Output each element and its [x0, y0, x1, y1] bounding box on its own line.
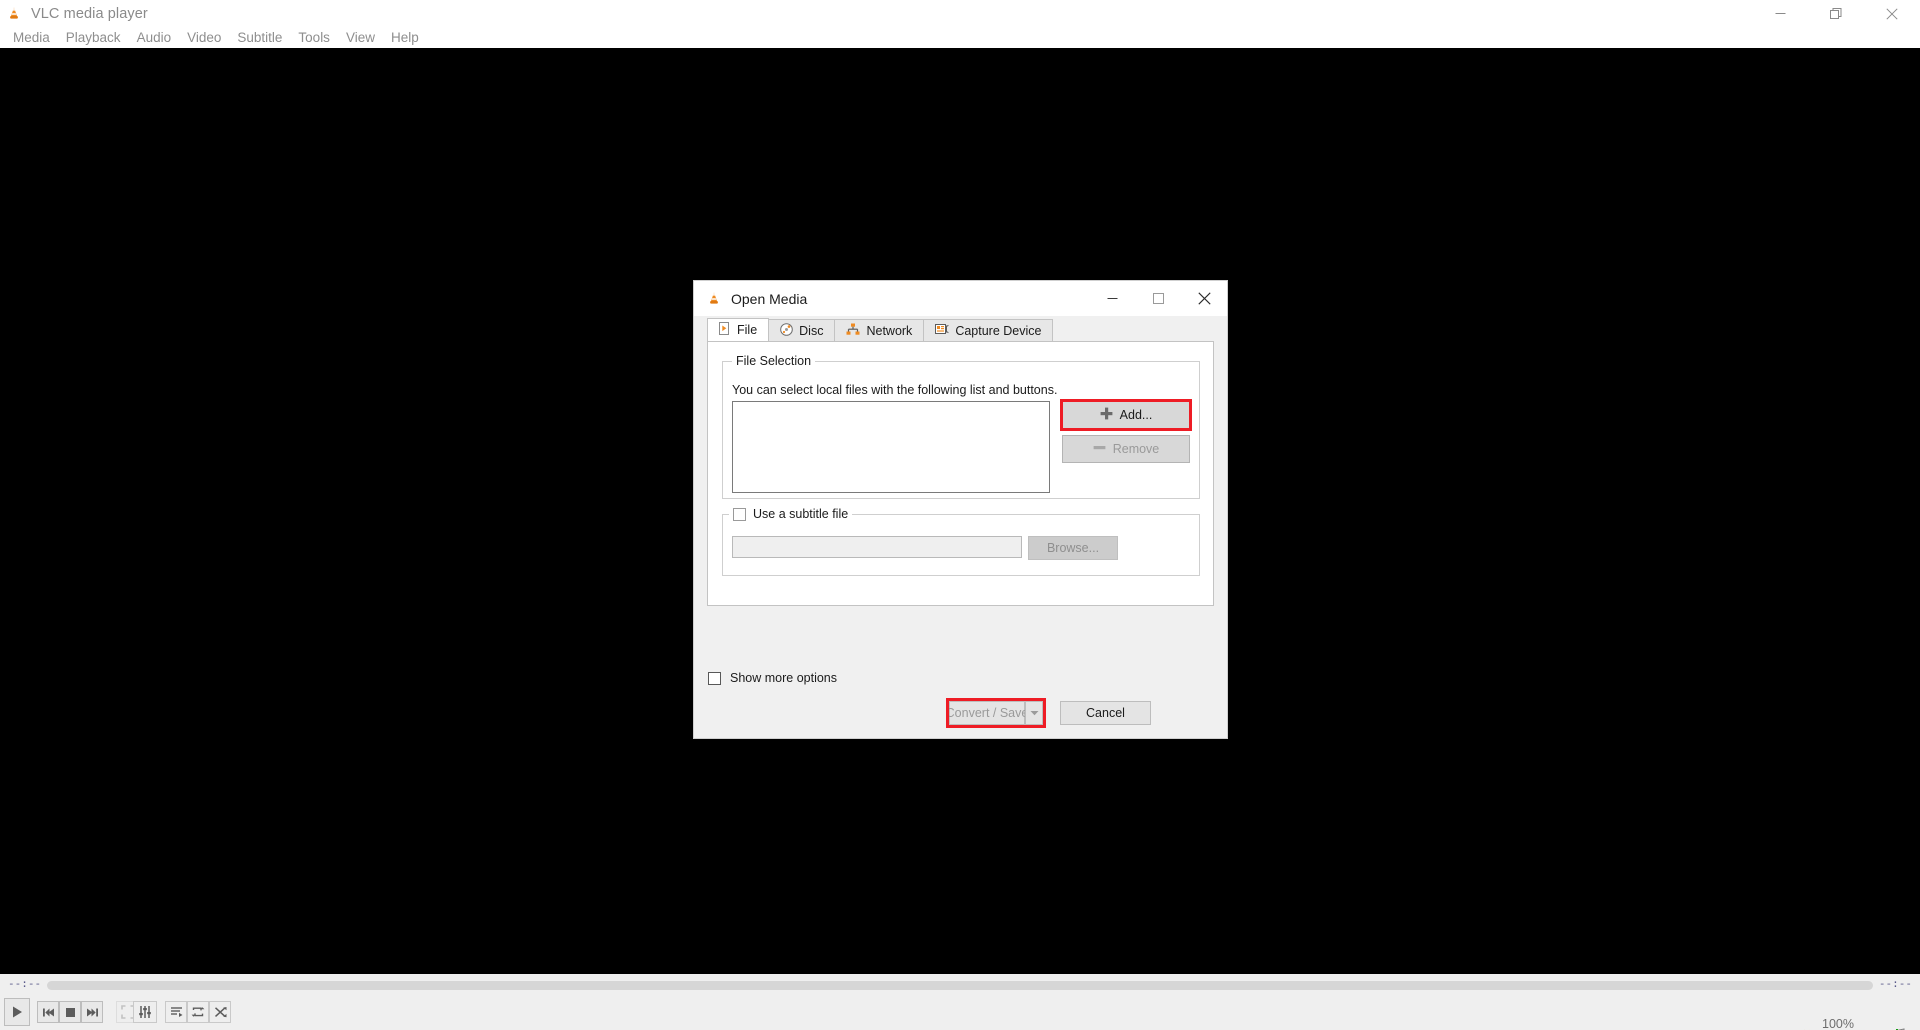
file-icon [719, 322, 731, 338]
vlc-application-window: VLC media player Media Playback Audio Vi… [0, 0, 1920, 1030]
tab-capture-device-label: Capture Device [955, 323, 1042, 338]
use-subtitle-file-checkbox[interactable] [733, 507, 746, 521]
remove-file-button[interactable]: Remove [1062, 435, 1190, 463]
close-button[interactable] [1864, 0, 1920, 27]
menu-item-playback[interactable]: Playback [58, 27, 129, 48]
use-subtitle-file-label: Use a subtitle file [753, 507, 849, 521]
menu-item-video[interactable]: Video [179, 27, 229, 48]
playlist-button[interactable] [165, 1001, 187, 1023]
selected-files-list[interactable] [732, 401, 1050, 493]
next-button[interactable] [81, 1001, 103, 1023]
stop-icon [65, 1007, 75, 1017]
network-icon [846, 323, 860, 339]
menu-item-subtitle[interactable]: Subtitle [229, 27, 290, 48]
close-icon [1886, 7, 1898, 20]
loop-icon [191, 1007, 205, 1017]
dialog-minimize-button[interactable] [1089, 281, 1135, 316]
minus-icon [1093, 441, 1106, 457]
main-titlebar: VLC media player [0, 0, 1920, 27]
maximize-icon [1152, 293, 1164, 304]
chevron-down-icon [1030, 711, 1038, 716]
dialog-close-button[interactable] [1181, 281, 1227, 316]
tab-network[interactable]: Network [834, 319, 925, 341]
tab-disc-label: Disc [799, 323, 824, 338]
tab-file[interactable]: File [707, 318, 770, 341]
remaining-time: --:-- [1878, 977, 1912, 990]
previous-icon [42, 1008, 54, 1016]
show-more-options-checkbox[interactable] [708, 671, 721, 685]
menu-item-audio[interactable]: Audio [129, 27, 180, 48]
capture-device-icon [935, 323, 949, 338]
main-window-title: VLC media player [31, 5, 148, 22]
next-icon [86, 1008, 98, 1016]
convert-save-button-label: Convert / Save [945, 706, 1029, 720]
show-more-options-label: Show more options [730, 671, 838, 685]
add-file-button[interactable]: Add... [1062, 401, 1190, 429]
dialog-maximize-button[interactable] [1135, 281, 1181, 316]
close-icon [1197, 292, 1211, 305]
show-more-options-row[interactable]: Show more options [708, 671, 837, 685]
use-subtitle-file-checkbox-row[interactable]: Use a subtitle file [729, 507, 853, 521]
menu-item-tools[interactable]: Tools [290, 27, 338, 48]
convert-save-button[interactable]: Convert / Save [946, 701, 1028, 725]
equalizer-icon [139, 1006, 151, 1018]
main-window-controls [1752, 0, 1920, 27]
minimize-button[interactable] [1752, 0, 1808, 27]
transport-controls: 100% [0, 996, 1920, 1030]
dialog-tabs: File Disc Network Capture Device [707, 318, 1054, 341]
tab-capture-device[interactable]: Capture Device [923, 319, 1054, 341]
play-button[interactable] [4, 998, 30, 1026]
convert-save-dropdown-button[interactable] [1025, 701, 1043, 725]
file-tab-panel: File Selection You can select local file… [707, 341, 1214, 606]
browse-subtitle-button[interactable]: Browse... [1028, 536, 1118, 560]
tab-file-label: File [737, 323, 758, 337]
dialog-titlebar: Open Media [694, 281, 1227, 316]
restore-icon [1829, 8, 1841, 19]
remove-file-button-label: Remove [1112, 442, 1160, 456]
minimize-icon [1775, 13, 1785, 14]
minimize-icon [1107, 298, 1117, 299]
menu-item-view[interactable]: View [338, 27, 383, 48]
shuffle-button[interactable] [209, 1001, 231, 1023]
shuffle-icon [214, 1007, 226, 1018]
dialog-title: Open Media [731, 290, 808, 307]
disc-icon [780, 322, 793, 339]
cancel-button[interactable]: Cancel [1060, 701, 1151, 725]
play-icon [13, 1006, 22, 1018]
seek-slider[interactable] [47, 981, 1873, 990]
tab-disc[interactable]: Disc [768, 319, 836, 341]
restore-button[interactable] [1808, 0, 1864, 27]
seek-row: --:-- --:-- [0, 974, 1920, 996]
file-selection-hint: You can select local files with the foll… [732, 383, 1058, 397]
menu-item-media[interactable]: Media [5, 27, 58, 48]
vlc-cone-icon [6, 6, 22, 22]
plus-icon [1100, 407, 1113, 423]
stop-button[interactable] [59, 1001, 81, 1023]
file-selection-legend: File Selection [732, 354, 816, 368]
vlc-cone-icon [706, 291, 722, 307]
previous-button[interactable] [37, 1001, 59, 1023]
loop-button[interactable] [187, 1001, 209, 1023]
subtitle-path-input[interactable] [732, 536, 1022, 558]
bottom-control-bar: --:-- --:-- 100% [0, 974, 1920, 1030]
playlist-icon [170, 1007, 182, 1017]
cancel-button-label: Cancel [1086, 706, 1125, 720]
extended-settings-button[interactable] [133, 1001, 157, 1023]
browse-subtitle-button-label: Browse... [1046, 541, 1100, 555]
elapsed-time: --:-- [8, 977, 42, 990]
menu-item-help[interactable]: Help [383, 27, 427, 48]
add-file-button-label: Add... [1119, 408, 1153, 422]
dialog-window-controls [1089, 281, 1227, 316]
open-media-dialog: Open Media File Disc Network Capture Dev… [694, 281, 1227, 738]
tab-network-label: Network [866, 323, 913, 338]
menubar: Media Playback Audio Video Subtitle Tool… [0, 27, 1920, 48]
